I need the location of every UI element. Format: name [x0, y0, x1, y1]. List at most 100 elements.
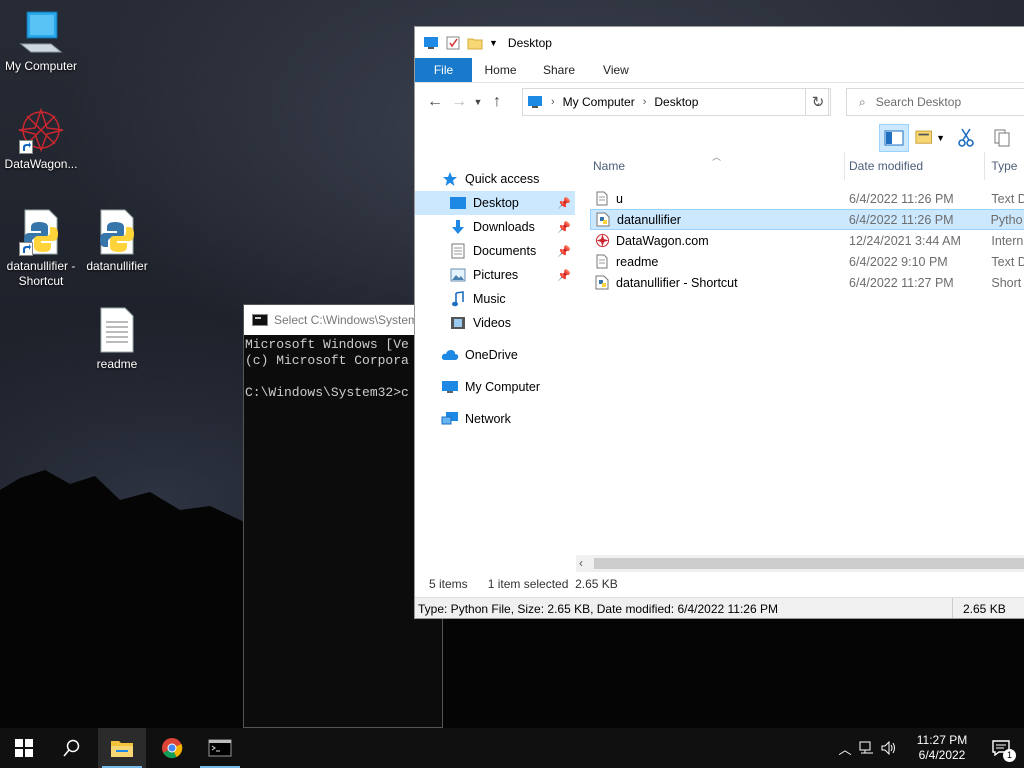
horizontal-scrollbar[interactable]: ‹	[576, 555, 1024, 572]
documents-icon	[449, 243, 467, 259]
copy-button[interactable]	[987, 124, 1017, 152]
selection-info: 1 item selected 2.65 KB	[487, 577, 618, 591]
customize-toolbar-chevron-icon[interactable]: ▼	[489, 38, 498, 48]
file-date: 6/4/2022 11:27 PM	[849, 275, 954, 290]
tab-home[interactable]: Home	[472, 58, 529, 82]
desktop-icon-my-computer[interactable]: My Computer	[0, 8, 82, 74]
nav-item-my-computer[interactable]: My Computer	[415, 375, 575, 399]
tab-file[interactable]: File	[415, 58, 472, 82]
python-file-icon	[595, 212, 611, 228]
file-row[interactable]: u 6/4/2022 11:26 PM Text D	[590, 188, 1024, 209]
view-options-button[interactable]: ▼	[915, 124, 945, 152]
forward-arrow-icon[interactable]: →	[447, 90, 471, 114]
desktop-icon-datanullifier[interactable]: datanullifier	[76, 208, 158, 274]
tab-share[interactable]: Share	[529, 58, 589, 82]
column-header-type[interactable]: Type	[985, 152, 1024, 180]
file-explorer-window[interactable]: ▼ Desktop File Home Share View ← → ▼ ↑ ›…	[414, 26, 1024, 619]
tab-view[interactable]: View	[589, 58, 643, 82]
sort-ascending-icon: ︿	[712, 152, 722, 162]
new-folder-icon[interactable]	[467, 36, 483, 50]
nav-item-music[interactable]: Music	[415, 287, 575, 311]
breadcrumb-my-computer[interactable]: My Computer	[563, 95, 635, 109]
internet-shortcut-icon	[594, 233, 610, 249]
nav-item-quick-access[interactable]: Quick access	[415, 167, 575, 191]
show-hidden-icons-chevron-icon[interactable]: ︿	[834, 739, 856, 758]
navigation-pane: Quick access Desktop 📌 Downloads 📌 Docum…	[415, 167, 575, 431]
volume-icon[interactable]	[878, 741, 900, 755]
breadcrumb-desktop[interactable]: Desktop	[654, 95, 698, 109]
nav-item-pictures[interactable]: Pictures 📌	[415, 263, 575, 287]
cmd-console-output[interactable]: Microsoft Windows [Ve (c) Microsoft Corpo…	[244, 335, 442, 403]
preview-pane-button[interactable]	[879, 124, 909, 152]
network-status-icon[interactable]	[856, 741, 878, 755]
search-button[interactable]	[48, 728, 96, 768]
pin-icon[interactable]: 📌	[557, 269, 571, 282]
nav-item-onedrive[interactable]: OneDrive	[415, 343, 575, 367]
scrollbar-thumb[interactable]	[594, 558, 1024, 569]
file-row[interactable]: readme 6/4/2022 9:10 PM Text D	[590, 251, 1024, 272]
file-date: 6/4/2022 11:26 PM	[849, 191, 954, 206]
cmd-icon	[252, 314, 268, 326]
nav-item-label: Pictures	[473, 268, 519, 282]
cut-button[interactable]	[951, 124, 981, 152]
file-row[interactable]: datanullifier 6/4/2022 11:26 PM Pytho	[590, 209, 1024, 230]
search-input[interactable]: ⌕ Search Desktop	[846, 88, 1024, 116]
nav-item-network[interactable]: Network	[415, 407, 575, 431]
file-name: datanullifier - Shortcut	[616, 275, 738, 290]
nav-item-label: Desktop	[473, 196, 519, 210]
column-header-date-modified[interactable]: Date modified	[845, 152, 986, 180]
file-size: 2.65 KB	[963, 602, 1006, 616]
up-arrow-icon[interactable]: ↑	[485, 90, 509, 114]
nav-item-label: Documents	[473, 244, 537, 258]
desktop-icon-datanullifier-shortcut[interactable]: datanullifier - Shortcut	[0, 208, 82, 289]
ribbon-tabs: File Home Share View	[415, 58, 1024, 83]
explorer-titlebar[interactable]: ▼ Desktop	[415, 27, 1024, 58]
computer-icon	[17, 8, 65, 56]
taskbar-file-explorer[interactable]	[98, 728, 146, 768]
action-center-button[interactable]: 1	[978, 740, 1024, 762]
recent-locations-chevron-icon[interactable]: ▼	[471, 90, 485, 114]
file-explorer-icon	[111, 741, 133, 757]
file-row[interactable]: datanullifier - Shortcut 6/4/2022 11:27 …	[590, 272, 1024, 293]
system-tray: ︿ 11:27 PM 6/4/2022 1	[834, 728, 1024, 768]
onedrive-icon	[441, 347, 459, 363]
notification-badge: 1	[1003, 749, 1016, 762]
file-row[interactable]: DataWagon.com 12/24/2021 3:44 AM Intern	[590, 230, 1024, 251]
start-button[interactable]	[0, 728, 48, 768]
cmd-line: Microsoft Windows [Ve	[245, 337, 409, 352]
nav-item-videos[interactable]: Videos	[415, 311, 575, 335]
file-name: u	[616, 191, 623, 206]
refresh-button[interactable]: ↻	[805, 88, 831, 116]
pin-icon[interactable]: 📌	[557, 245, 571, 258]
cmd-icon	[208, 739, 232, 757]
desktop-icon-readme[interactable]: readme	[76, 306, 158, 372]
back-arrow-icon[interactable]: ←	[423, 90, 447, 114]
breadcrumb-separator-icon[interactable]: ›	[551, 96, 555, 108]
clock[interactable]: 11:27 PM 6/4/2022	[906, 733, 978, 763]
taskbar-command-prompt[interactable]	[196, 728, 244, 768]
music-icon	[449, 291, 467, 307]
taskbar-chrome[interactable]	[148, 728, 196, 768]
nav-item-documents[interactable]: Documents 📌	[415, 239, 575, 263]
pin-icon[interactable]: 📌	[557, 221, 571, 234]
computer-icon	[528, 96, 542, 108]
preview-pane-icon	[884, 130, 904, 146]
item-count: 5 items	[429, 577, 468, 591]
desktop-icon-label: datanullifier	[86, 259, 148, 273]
nav-item-label: OneDrive	[465, 348, 518, 362]
nav-item-label: Quick access	[465, 172, 540, 186]
cmd-titlebar[interactable]: Select C:\Windows\System	[244, 305, 442, 335]
properties-icon[interactable]	[445, 36, 461, 50]
nav-item-downloads[interactable]: Downloads 📌	[415, 215, 575, 239]
nav-item-desktop[interactable]: Desktop 📌	[415, 191, 575, 215]
python-file-icon	[93, 208, 141, 256]
address-bar[interactable]: › My Computer › Desktop ⌄	[522, 88, 829, 116]
pictures-icon	[449, 267, 467, 283]
pin-icon[interactable]: 📌	[557, 197, 571, 210]
scroll-left-arrow-icon[interactable]: ‹	[579, 556, 583, 570]
file-date: 12/24/2021 3:44 AM	[849, 233, 961, 248]
desktop-icon-datawagon[interactable]: DataWagon...	[0, 106, 82, 172]
command-prompt-window[interactable]: Select C:\Windows\System Microsoft Windo…	[243, 304, 443, 728]
search-icon	[63, 739, 80, 757]
breadcrumb-separator-icon[interactable]: ›	[643, 96, 647, 108]
